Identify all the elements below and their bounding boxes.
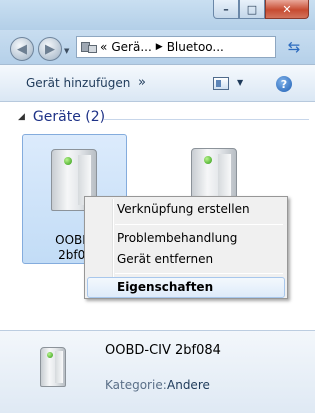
forward-arrow-icon: ▶ xyxy=(45,41,55,57)
caption-buttons: – □ ✕ xyxy=(213,0,309,19)
forward-button[interactable]: ▶ xyxy=(38,37,62,61)
navigation-bar: ◀ ▶ ▼ « Gerä... ▶ Bluetoo... ⇆ xyxy=(0,30,315,64)
minimize-button[interactable]: – xyxy=(213,0,239,19)
details-device-name: OOBD-CIV 2bf084 xyxy=(105,343,221,358)
more-commands-button[interactable]: » xyxy=(138,75,146,90)
breadcrumb-bluetooth[interactable]: Bluetoo... xyxy=(167,40,224,54)
view-dropdown-icon[interactable]: ▼ xyxy=(237,78,243,87)
details-pane: OOBD-CIV 2bf084 Kategorie: Andere xyxy=(0,330,315,413)
menu-item-remove-device[interactable]: Gerät entfernen xyxy=(87,249,285,270)
close-button[interactable]: ✕ xyxy=(265,0,309,19)
breadcrumb-geraete[interactable]: Gerä... xyxy=(111,40,151,54)
group-divider xyxy=(104,119,309,120)
menu-item-troubleshoot[interactable]: Problembehandlung xyxy=(87,228,285,249)
back-button[interactable]: ◀ xyxy=(10,37,34,61)
history-dropdown[interactable]: ▼ xyxy=(64,47,69,55)
address-overflow[interactable]: « xyxy=(100,40,107,54)
menu-separator xyxy=(115,273,283,274)
context-menu: Verknüpfung erstellen Problembehandlung … xyxy=(84,196,288,299)
maximize-button[interactable]: □ xyxy=(239,0,265,19)
menu-item-properties[interactable]: Eigenschaften xyxy=(87,277,285,298)
details-category-value: Andere xyxy=(167,378,210,392)
title-bar: – □ ✕ xyxy=(0,0,315,30)
group-title: Geräte (2) xyxy=(32,109,106,125)
collapse-chevron-icon[interactable]: ◢ xyxy=(18,112,25,122)
help-button[interactable]: ? xyxy=(276,76,292,92)
back-arrow-icon: ◀ xyxy=(17,41,27,57)
command-bar: Gerät hinzufügen » ▼ ? xyxy=(0,64,315,102)
address-bar[interactable]: « Gerä... ▶ Bluetoo... xyxy=(76,36,276,58)
breadcrumb-separator-icon[interactable]: ▶ xyxy=(156,42,163,52)
change-view-icon[interactable] xyxy=(213,77,229,90)
add-device-button[interactable]: Gerät hinzufügen xyxy=(26,76,130,90)
details-category-label: Kategorie: xyxy=(105,378,167,392)
devices-folder-icon xyxy=(80,39,98,55)
menu-item-create-shortcut[interactable]: Verknüpfung erstellen xyxy=(87,199,285,220)
help-icon: ? xyxy=(280,77,288,91)
refresh-button[interactable]: ⇆ xyxy=(281,36,307,58)
device-icon xyxy=(40,347,66,387)
menu-separator xyxy=(115,224,283,225)
refresh-icon: ⇆ xyxy=(287,38,301,56)
group-header[interactable]: ◢ Geräte (2) xyxy=(18,109,105,125)
